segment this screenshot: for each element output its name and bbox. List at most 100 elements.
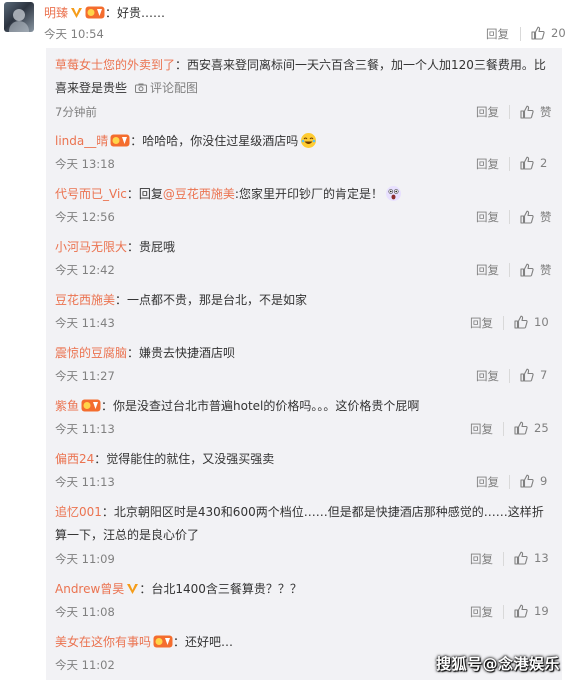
list-item: 草莓女士您的外卖到了：西安喜来登同离标间一天六百含三餐，加一个人加120三餐费用… xyxy=(46,54,562,120)
divider xyxy=(509,157,510,171)
list-item: linda__晴 ：哈哈哈，你没住过星级酒店吗 今天 13:18 回复 2 xyxy=(46,130,562,174)
comment-time: 今天 11:08 xyxy=(55,605,115,619)
like-button[interactable]: 19 xyxy=(514,604,549,618)
reply-button[interactable]: 回复 xyxy=(470,604,493,620)
comment-text: ：北京朝阳区时是430和600两个档位……但是都是快捷酒店那种感觉的……这样折算… xyxy=(55,505,544,542)
reply-button[interactable]: 回复 xyxy=(476,104,499,120)
like-count: 赞 xyxy=(540,263,552,277)
divider xyxy=(509,263,510,277)
like-count: 25 xyxy=(534,421,549,435)
reply-button[interactable]: 回复 xyxy=(476,474,499,490)
author-name[interactable]: 偏西24 xyxy=(55,452,94,466)
thumbs-up-icon xyxy=(514,315,528,329)
reply-button[interactable]: 回复 xyxy=(470,421,493,437)
reply-button[interactable]: 回复 xyxy=(470,315,493,331)
list-item: Andrew曾昊 ：台北1400含三餐算贵？？？ 今天 11:08 回复 19 xyxy=(46,578,562,622)
reply-button[interactable]: 回复 xyxy=(476,368,499,384)
comment-body: 美女在这你有事吗 ：还好吧… xyxy=(55,631,551,654)
thumbs-up-icon xyxy=(514,551,528,565)
like-button[interactable]: 10 xyxy=(514,315,549,329)
like-count: 10 xyxy=(534,315,549,329)
comment-text: ：嫌贵去快捷酒店呗 xyxy=(127,346,236,360)
divider xyxy=(509,475,510,489)
member-badge-icon xyxy=(81,399,101,412)
camera-icon xyxy=(135,83,148,93)
thumbs-up-icon xyxy=(514,421,528,435)
author-name[interactable]: Andrew曾昊 xyxy=(55,582,124,596)
like-button[interactable]: 7 xyxy=(520,368,547,382)
divider xyxy=(509,369,510,383)
comment-time: 今天 12:42 xyxy=(55,263,115,277)
reply-button[interactable]: 回复 xyxy=(476,209,499,225)
list-item: 紫鱼 ：你是没查过台北市普遍hotel的价格吗。。。这价格贵个屁啊 今天 11:1… xyxy=(46,395,562,439)
reply-list: 草莓女士您的外卖到了：西安喜来登同离标间一天六百含三餐，加一个人加120三餐费用… xyxy=(46,48,562,680)
reply-button[interactable]: 回复 xyxy=(470,551,493,567)
comment-time: 今天 11:09 xyxy=(55,552,115,566)
comment-text: ：贵屁哦 xyxy=(127,240,176,254)
like-button[interactable]: 赞 xyxy=(520,104,552,120)
comment-time: 今天 11:27 xyxy=(55,369,115,383)
comment-time: 今天 11:13 xyxy=(55,422,115,436)
like-button[interactable]: 13 xyxy=(514,551,549,565)
author-name[interactable]: 代号而已_Vic xyxy=(55,187,127,201)
author-name[interactable]: 豆花西施美 xyxy=(55,293,115,307)
comment-text: ：哈哈哈，你没住过星级酒店吗 xyxy=(130,134,299,148)
comment-text: ：台北1400含三餐算贵？？？ xyxy=(139,582,302,596)
list-item: 偏西24：觉得能住的就住，又没强买强卖 今天 11:13 回复 9 xyxy=(46,448,562,492)
author-name[interactable]: 美女在这你有事吗 xyxy=(55,635,151,649)
like-button[interactable]: 赞 xyxy=(520,209,552,225)
comment-picture-link[interactable]: 评论配图 xyxy=(150,81,198,95)
divider xyxy=(509,210,510,224)
like-button[interactable]: 赞 xyxy=(520,262,552,278)
comment-body: 豆花西施美：一点都不贵，那是台北，不是如家 xyxy=(55,289,551,312)
like-count: 2 xyxy=(540,156,548,170)
author-name[interactable]: 紫鱼 xyxy=(55,399,79,413)
like-button[interactable]: 9 xyxy=(520,474,547,488)
author-name[interactable]: 小河马无限大 xyxy=(55,240,127,254)
author-name[interactable]: 追忆001 xyxy=(55,505,102,519)
top-comment-line: 明臻 ：好贵…… xyxy=(44,4,165,21)
comment-body: 偏西24：觉得能住的就住，又没强买强卖 xyxy=(55,448,551,471)
list-item: 追忆001：北京朝阳区时是430和600两个档位……但是都是快捷酒店那种感觉的…… xyxy=(46,501,562,569)
like-count: 9 xyxy=(540,474,548,488)
reply-button[interactable]: 回复 xyxy=(476,156,499,172)
avatar[interactable] xyxy=(4,2,34,32)
comment-text: ：觉得能住的就住，又没强买强卖 xyxy=(94,452,275,466)
author-name[interactable]: 震惊的豆腐脑 xyxy=(55,346,127,360)
reply-button[interactable]: 回复 xyxy=(486,26,509,42)
comment-time: 今天 10:54 xyxy=(44,27,104,41)
like-count: 赞 xyxy=(540,210,552,224)
comment-text: ：还好吧… xyxy=(173,635,234,649)
divider xyxy=(503,605,504,619)
verified-v-icon xyxy=(71,8,83,18)
divider xyxy=(503,316,504,330)
reply-button[interactable]: 回复 xyxy=(476,262,499,278)
comment-text: ：你是没查过台北市普遍hotel的价格吗。。。这价格贵个屁啊 xyxy=(101,399,420,413)
comment-body: 草莓女士您的外卖到了：西安喜来登同离标间一天六百含三餐，加一个人加120三餐费用… xyxy=(55,54,551,100)
like-button[interactable]: 20 xyxy=(531,26,566,40)
like-button[interactable]: 25 xyxy=(514,421,549,435)
comment-time: 今天 13:18 xyxy=(55,157,115,171)
divider xyxy=(520,27,521,41)
author-name[interactable]: linda__晴 xyxy=(55,134,108,148)
thumbs-up-icon xyxy=(531,26,545,40)
comment-time: 7分钟前 xyxy=(55,105,97,119)
thumbs-up-icon xyxy=(520,474,534,488)
comment-time: 今天 11:13 xyxy=(55,475,115,489)
thumbs-up-icon xyxy=(520,105,534,119)
divider xyxy=(503,422,504,436)
list-item: 豆花西施美：一点都不贵，那是台北，不是如家 今天 11:43 回复 10 xyxy=(46,289,562,333)
mention-link[interactable]: @豆花西施美 xyxy=(163,187,235,201)
member-badge-icon xyxy=(85,6,105,19)
thumbs-up-icon xyxy=(520,156,534,170)
shocked-emoji-icon xyxy=(385,186,401,201)
verified-v-icon xyxy=(127,584,139,594)
comment-time: 今天 11:02 xyxy=(55,658,115,672)
like-count: 7 xyxy=(540,368,548,382)
author-name[interactable]: 明臻 xyxy=(44,6,68,20)
thumbs-up-icon xyxy=(520,210,534,224)
like-button[interactable]: 2 xyxy=(520,156,547,170)
comment-text: ：好贵…… xyxy=(105,6,166,20)
thumbs-up-icon xyxy=(520,368,534,382)
author-name[interactable]: 草莓女士您的外卖到了 xyxy=(55,58,175,72)
